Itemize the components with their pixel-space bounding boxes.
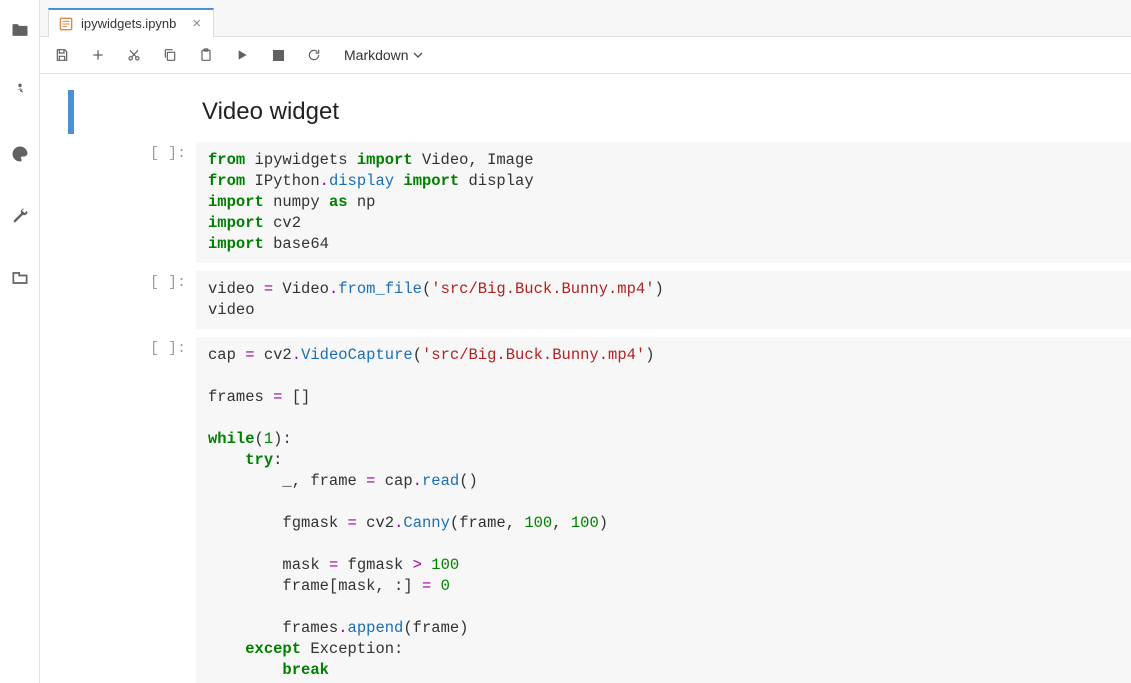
stop-button[interactable] [268, 45, 288, 65]
tab-bar: ipywidgets.ipynb × [40, 0, 1131, 36]
code-editor[interactable]: cap = cv2.VideoCapture('src/Big.Buck.Bun… [196, 337, 1131, 683]
insert-cell-button[interactable] [88, 45, 108, 65]
restart-button[interactable] [304, 45, 324, 65]
close-icon[interactable]: × [192, 16, 201, 31]
cut-button[interactable] [124, 45, 144, 65]
cell-type-select[interactable]: Markdown [344, 47, 423, 63]
code-editor[interactable]: video = Video.from_file('src/Big.Buck.Bu… [196, 271, 1131, 329]
tab-notebook[interactable]: ipywidgets.ipynb × [48, 8, 214, 37]
cell-type-label: Markdown [344, 47, 409, 63]
tab-title: ipywidgets.ipynb [81, 16, 176, 31]
md-heading: Video widget [202, 98, 1131, 126]
activity-bar [0, 0, 40, 683]
notebook-body[interactable]: Video widget [ ]: from ipywidgets import… [40, 74, 1131, 683]
chevron-down-icon [413, 50, 423, 60]
cell-prompt: [ ]: [40, 142, 196, 263]
run-button[interactable] [232, 45, 252, 65]
wrench-icon[interactable] [8, 204, 32, 228]
paste-button[interactable] [196, 45, 216, 65]
cell-prompt: [ ]: [40, 337, 196, 683]
palette-icon[interactable] [8, 142, 32, 166]
main-area: ipywidgets.ipynb × [40, 0, 1131, 683]
code-editor[interactable]: from ipywidgets import Video, Image from… [196, 142, 1131, 263]
tabs-icon[interactable] [8, 266, 32, 290]
code-cell[interactable]: [ ]: video = Video.from_file('src/Big.Bu… [40, 271, 1131, 329]
save-button[interactable] [52, 45, 72, 65]
notebook-toolbar: Markdown [40, 36, 1131, 74]
folder-icon[interactable] [8, 18, 32, 42]
markdown-cell[interactable]: Video widget [40, 90, 1131, 134]
cell-prompt: [ ]: [40, 271, 196, 329]
code-cell[interactable]: [ ]: cap = cv2.VideoCapture('src/Big.Buc… [40, 337, 1131, 683]
copy-button[interactable] [160, 45, 180, 65]
notebook-icon [59, 17, 73, 31]
running-icon[interactable] [8, 80, 32, 104]
code-cell[interactable]: [ ]: from ipywidgets import Video, Image… [40, 142, 1131, 263]
